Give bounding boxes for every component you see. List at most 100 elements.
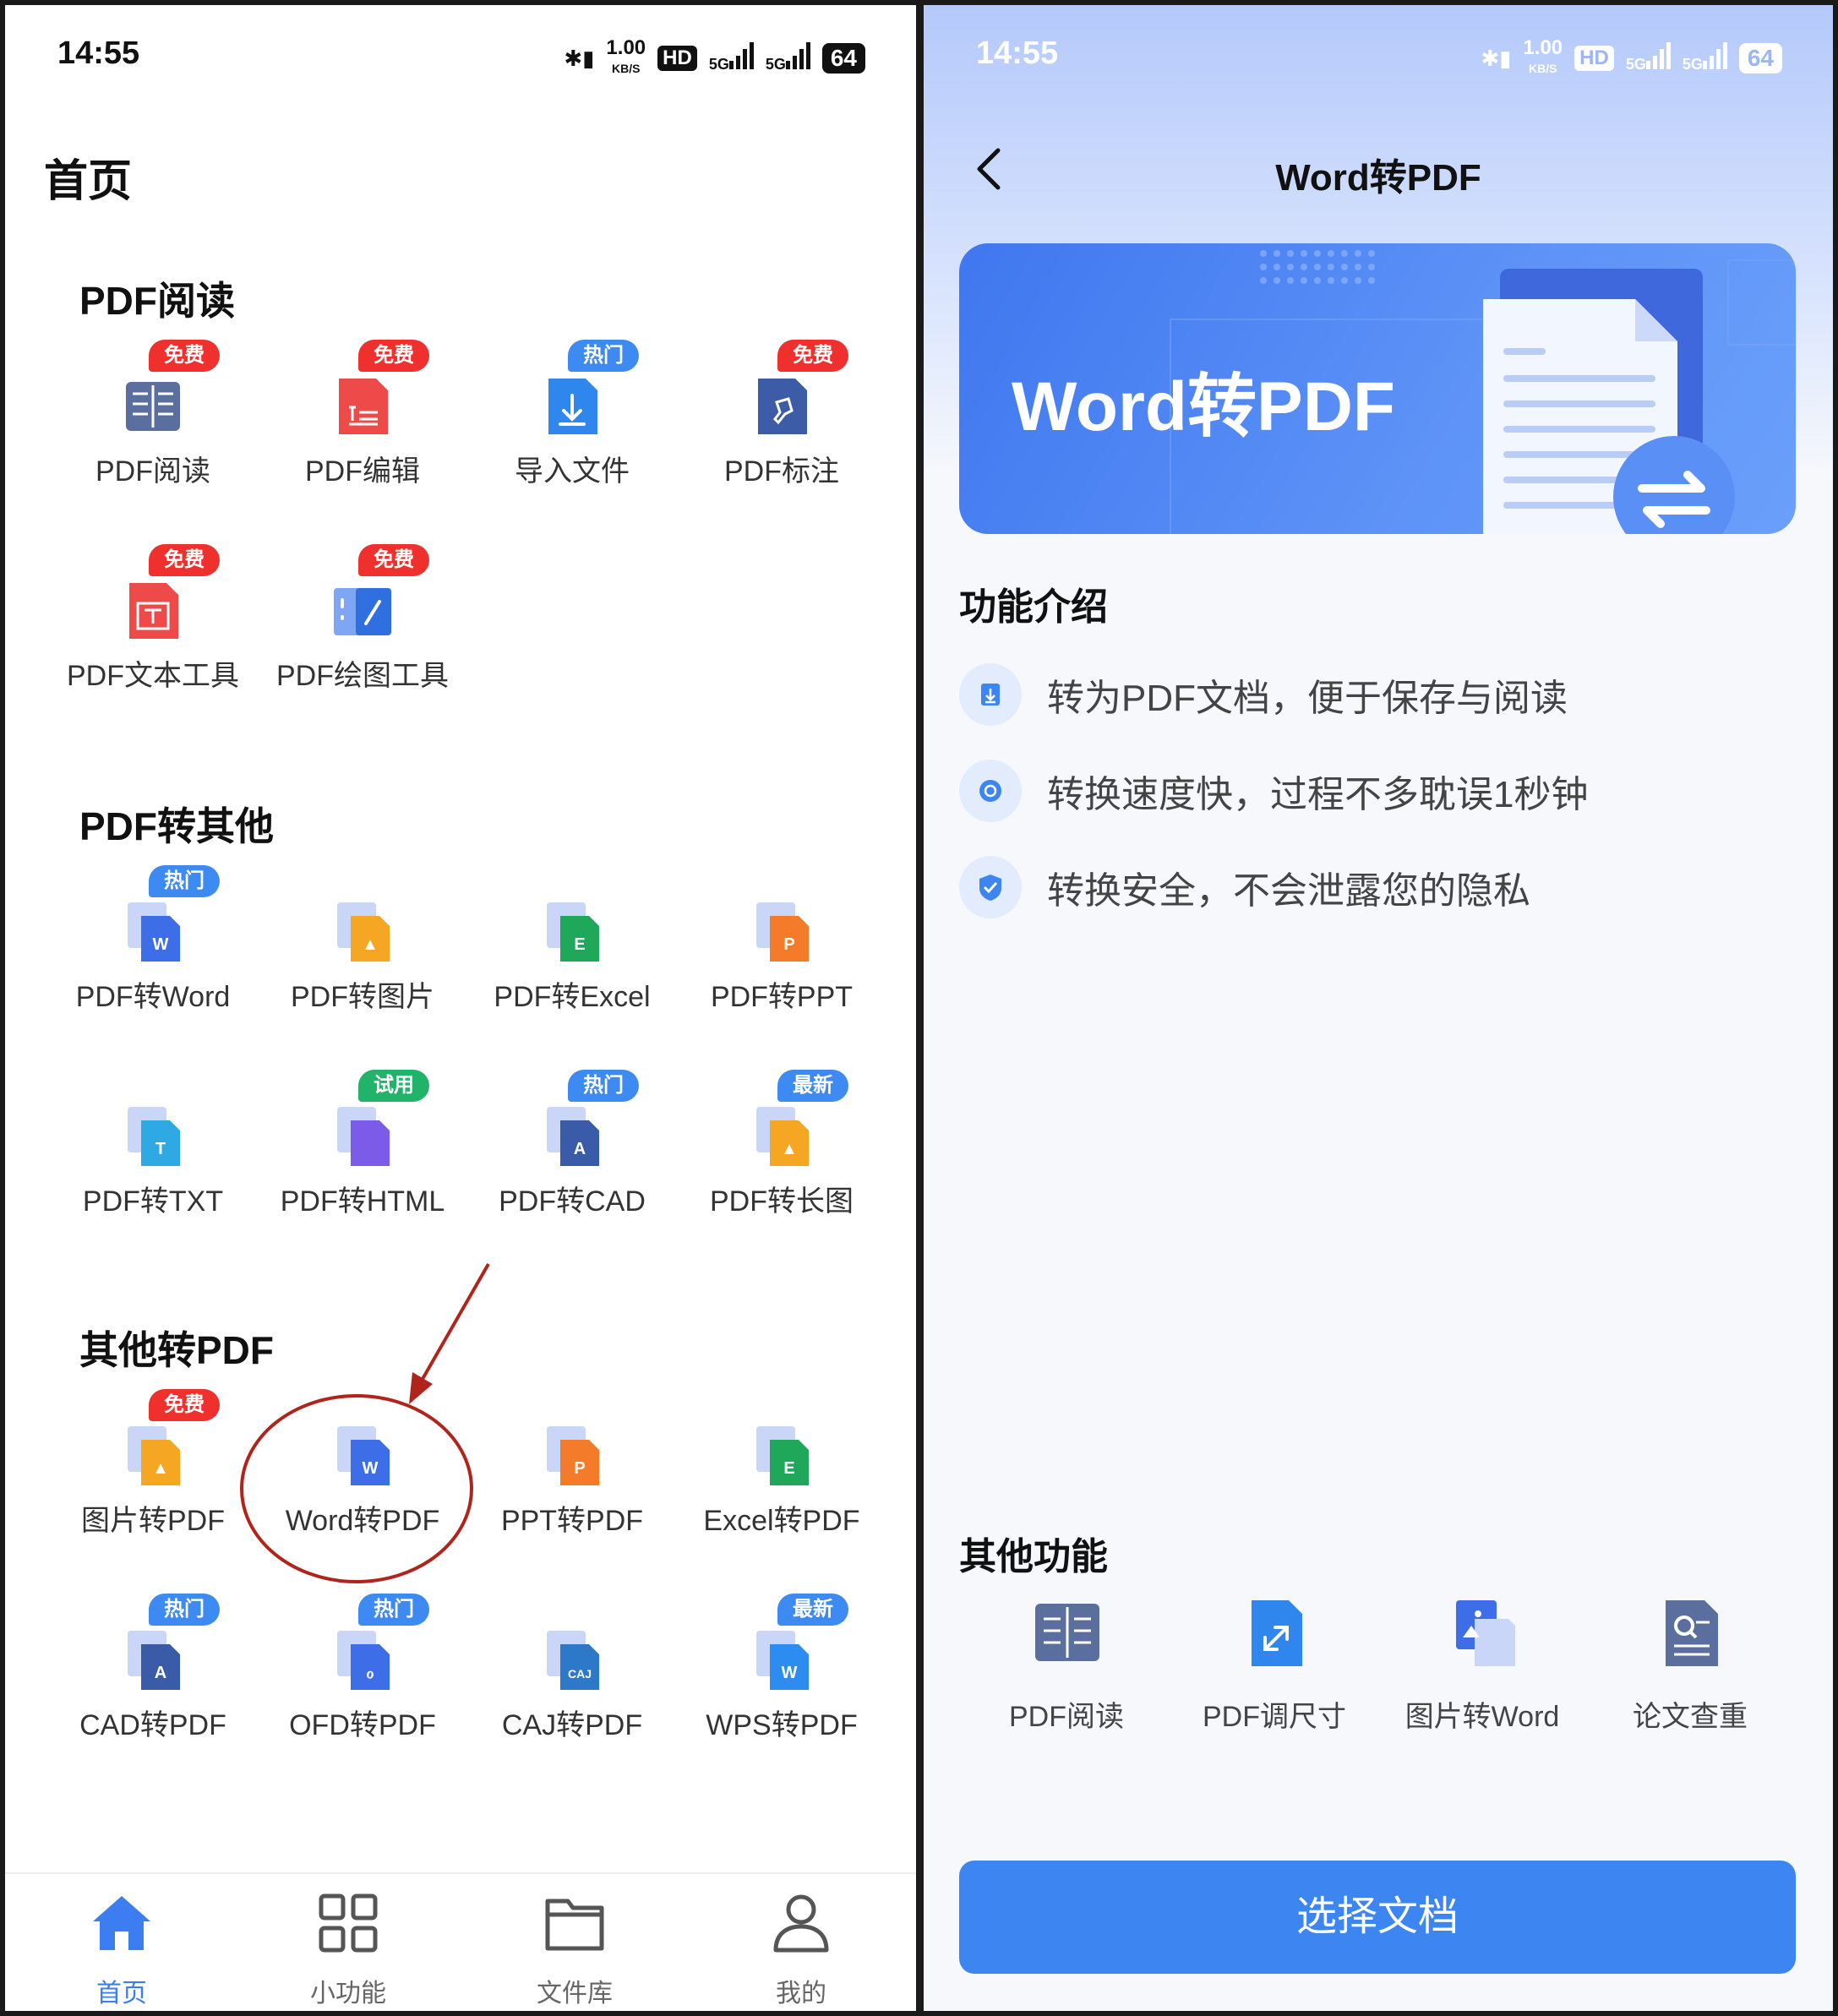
svg-text:E: E xyxy=(783,1459,794,1478)
tool-item[interactable]: E PDF转Excel xyxy=(468,865,676,1034)
other-feature-item[interactable]: PDF调尺寸 xyxy=(1170,1599,1378,1742)
tool-item[interactable]: CAJ CAJ转PDF xyxy=(468,1594,676,1763)
intro-text: 转为PDF文档，便于保存与阅读 xyxy=(1047,678,1568,719)
tool-badge: 免费 xyxy=(777,340,848,372)
word-doc-icon: W xyxy=(128,902,180,962)
other-feature-item[interactable]: 图片转Word xyxy=(1378,1599,1586,1742)
book-icon xyxy=(1035,1604,1099,1661)
tool-label: PDF标注 xyxy=(724,455,839,488)
tab-label: 文件库 xyxy=(537,1980,613,2008)
nav-title: Word转PDF xyxy=(1275,157,1481,199)
status-time: 14:55 xyxy=(57,35,140,71)
other-feature-item[interactable]: PDF阅读 xyxy=(963,1599,1170,1742)
intro-row: 转换安全，不会泄露您的隐私 xyxy=(959,853,1530,921)
tool-item[interactable]: ℴ 热门 OFD转PDF xyxy=(259,1594,466,1763)
tool-badge: 热门 xyxy=(358,1594,429,1626)
tool-badge: 免费 xyxy=(358,544,429,576)
tool-label: Excel转PDF xyxy=(703,1505,860,1537)
tool-item[interactable]: W 最新 WPS转PDF xyxy=(678,1594,886,1763)
status-bar: 14:55 ✱▮ 1.00 KB/S HD 5G 5G 64 xyxy=(924,5,1833,106)
ofd-to-pdf-icon: ℴ xyxy=(337,1631,390,1690)
book-icon xyxy=(126,382,180,431)
svg-text:▲: ▲ xyxy=(781,1140,798,1158)
svg-text:ℴ: ℴ xyxy=(366,1664,374,1682)
tool-label: PDF转PPT xyxy=(710,981,854,1013)
tool-item[interactable]: 免费 PDF标注 xyxy=(678,340,886,509)
tool-badge: 热门 xyxy=(568,1070,639,1102)
section-title: PDF转其他 xyxy=(79,804,274,848)
shield-icon xyxy=(959,856,1022,918)
user-icon xyxy=(773,1894,829,1953)
tool-label: 图片转PDF xyxy=(81,1505,225,1537)
tool-badge: 热门 xyxy=(149,1594,220,1626)
tool-label: PDF转图片 xyxy=(291,981,434,1013)
tool-item[interactable]: 免费 PDF阅读 xyxy=(49,340,257,509)
download-icon xyxy=(959,663,1022,726)
svg-text:W: W xyxy=(153,935,169,954)
tab-label: 首页 xyxy=(96,1980,147,2008)
tool-item[interactable]: 热门 导入文件 xyxy=(468,340,676,509)
svg-text:P: P xyxy=(574,1459,585,1478)
hd-icon: HD xyxy=(657,46,697,71)
tool-item[interactable]: P PPT转PDF xyxy=(468,1389,676,1558)
signal-icon: 5G xyxy=(709,41,754,75)
tool-item[interactable]: 免费 PDF文本工具 xyxy=(49,544,257,713)
other-feature-item[interactable]: 论文查重 xyxy=(1586,1599,1794,1742)
import-icon xyxy=(548,379,597,434)
text-tool-icon xyxy=(129,583,178,639)
tool-item[interactable]: E Excel转PDF xyxy=(678,1389,886,1558)
other-feature-label: PDF调尺寸 xyxy=(1203,1701,1346,1733)
feature-banner: Word转PDF xyxy=(959,243,1796,534)
tool-item[interactable]: A 热门 CAD转PDF xyxy=(49,1594,257,1763)
wps-to-pdf-icon: W xyxy=(756,1631,809,1690)
svg-text:A: A xyxy=(155,1664,166,1682)
svg-text:W: W xyxy=(782,1664,798,1682)
tool-label: PDF转Word xyxy=(75,981,231,1013)
tab-grid[interactable]: 小功能 xyxy=(264,1883,433,2009)
tab-folder[interactable]: 文件库 xyxy=(490,1883,659,2009)
tool-label: PDF文本工具 xyxy=(67,660,239,692)
section-title: PDF阅读 xyxy=(79,279,235,323)
tab-home[interactable]: 首页 xyxy=(37,1883,206,2009)
tool-badge: 热门 xyxy=(149,865,220,897)
hd-icon: HD xyxy=(1574,46,1614,71)
tool-label: WPS转PDF xyxy=(706,1709,858,1741)
tool-item[interactable]: W Word转PDF xyxy=(259,1389,466,1558)
tool-label: PDF阅读 xyxy=(95,455,210,488)
tool-item[interactable]: A 热门 PDF转CAD xyxy=(468,1070,676,1239)
tool-label: PDF转Excel xyxy=(494,981,651,1013)
image-to-pdf-icon: ▲ xyxy=(128,1426,180,1485)
tool-item[interactable]: T PDF转TXT xyxy=(49,1070,257,1239)
tool-label: PPT转PDF xyxy=(500,1505,644,1537)
cad-to-pdf-icon: A xyxy=(128,1631,180,1690)
select-document-button[interactable]: 选择文档 xyxy=(959,1861,1796,1974)
tool-label: PDF转长图 xyxy=(710,1185,854,1218)
tool-item[interactable]: 免费 PDF绘图工具 xyxy=(259,544,466,713)
svg-text:▲: ▲ xyxy=(152,1459,169,1478)
tool-item[interactable]: ▲ 免费 图片转PDF xyxy=(49,1389,257,1558)
intro-row: 转换速度快，过程不多耽误1秒钟 xyxy=(959,757,1588,825)
signal-icon: 5G xyxy=(1683,41,1727,75)
pin-icon xyxy=(758,379,807,434)
grid-icon xyxy=(319,1893,378,1953)
tool-item[interactable]: ▲ PDF转图片 xyxy=(259,865,466,1034)
tool-label: PDF转HTML xyxy=(280,1185,445,1218)
tab-user[interactable]: 我的 xyxy=(717,1883,886,2009)
banner-title: Word转PDF xyxy=(1012,368,1396,445)
ppt-to-pdf-icon: P xyxy=(547,1426,599,1485)
bluetooth-icon: ✱▮ xyxy=(1481,45,1512,71)
status-icons: ✱▮ 1.00 KB/S HD 5G 5G 64 xyxy=(1481,38,1782,78)
excel-to-pdf-icon: E xyxy=(756,1426,809,1485)
tool-item[interactable]: ▲ 最新 PDF转长图 xyxy=(678,1070,886,1239)
tool-label: Word转PDF xyxy=(285,1505,440,1537)
tool-label: PDF转TXT xyxy=(82,1185,224,1218)
tool-label: OFD转PDF xyxy=(289,1709,436,1741)
thesis-check-icon xyxy=(1666,1600,1718,1666)
image-word-icon xyxy=(1456,1600,1515,1666)
bluetooth-icon: ✱▮ xyxy=(564,45,595,71)
word-to-pdf-screen: 14:55 ✱▮ 1.00KB/S HD 5G 5G 64 Word转PDF xyxy=(924,5,1833,2011)
tool-item[interactable]: P PDF转PPT xyxy=(678,865,886,1034)
tool-item[interactable]: W 热门 PDF转Word xyxy=(49,865,257,1034)
tool-item[interactable]: 试用 PDF转HTML xyxy=(259,1070,466,1239)
tool-item[interactable]: 免费 PDF编辑 xyxy=(259,340,466,509)
